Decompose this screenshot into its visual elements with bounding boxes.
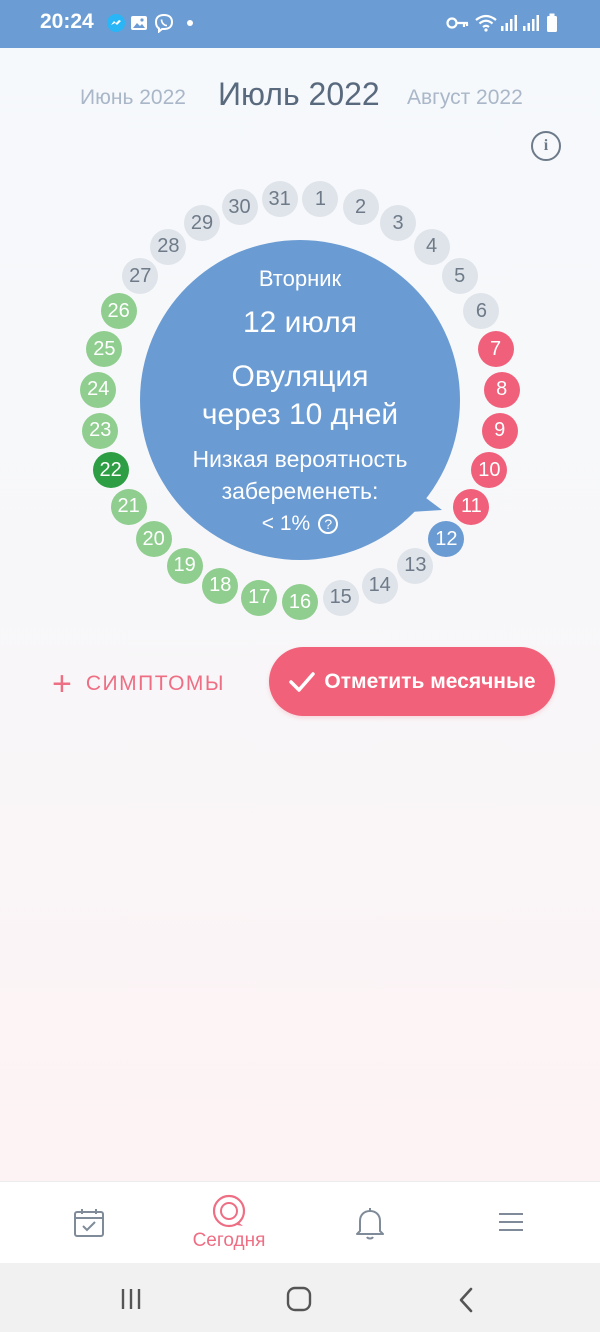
weekday-label: Вторник: [258, 266, 342, 291]
plus-icon: +: [52, 665, 72, 703]
info-icon[interactable]: i: [531, 131, 561, 161]
day-31[interactable]: 31: [261, 181, 298, 217]
probability-label-2: забеременеть:: [221, 478, 379, 504]
help-icon[interactable]: ?: [318, 514, 339, 534]
day-23[interactable]: 23: [82, 412, 119, 449]
messenger-icon: [106, 12, 126, 34]
day-14[interactable]: 14: [361, 567, 398, 604]
day-25[interactable]: 25: [86, 331, 123, 368]
nav-calendar[interactable]: [29, 1182, 149, 1264]
probability-value-row: < 1% ?: [140, 512, 460, 536]
day-16[interactable]: 16: [282, 584, 318, 620]
calendar-check-icon: [74, 1209, 104, 1237]
day-9[interactable]: 9: [481, 412, 518, 449]
day-10[interactable]: 10: [471, 452, 508, 489]
day-8[interactable]: 8: [483, 371, 520, 408]
day-2[interactable]: 2: [342, 189, 379, 226]
bell-icon: [356, 1208, 384, 1240]
viber-icon: [154, 12, 174, 34]
day-30[interactable]: 30: [221, 189, 258, 226]
target-circle-icon: [212, 1194, 246, 1228]
ovulation-countdown: через 10 дней: [201, 398, 399, 431]
ovulation-label: Овуляция: [231, 360, 369, 393]
month-navigation: Июнь 2022 Июль 2022 Август 2022: [0, 76, 600, 120]
nav-notifications[interactable]: [310, 1182, 430, 1264]
next-month-button[interactable]: Август 2022: [407, 86, 523, 110]
recent-apps-icon[interactable]: [119, 1287, 143, 1311]
key-icon: [446, 12, 470, 34]
day-24[interactable]: 24: [80, 371, 117, 408]
menu-icon: [499, 1213, 523, 1231]
system-navigation-bar: [0, 1263, 600, 1332]
day-18[interactable]: 18: [202, 567, 239, 604]
gallery-icon: [130, 12, 148, 34]
day-7[interactable]: 7: [477, 331, 514, 368]
signal-icon: [500, 12, 518, 34]
date-label: 12 июля: [242, 306, 358, 339]
probability-value: < 1%: [261, 512, 311, 535]
day-3[interactable]: 3: [380, 205, 416, 242]
help-icon-glyph: ?: [324, 516, 333, 532]
probability-label: Низкая вероятность: [192, 446, 408, 472]
home-icon[interactable]: [286, 1286, 312, 1312]
battery-icon: [546, 12, 558, 34]
symptoms-label: СИМПТОМЫ: [85, 672, 226, 695]
current-month-title: Июль 2022: [218, 76, 380, 112]
notification-dot-icon: [186, 12, 194, 34]
day-29[interactable]: 29: [184, 205, 220, 242]
nav-today-label: Сегодня: [192, 1230, 266, 1251]
day-15[interactable]: 15: [322, 579, 359, 616]
day-info-bubble: Вторник 12 июля Овуляция через 10 дней Н…: [140, 240, 460, 560]
back-icon[interactable]: [456, 1287, 476, 1313]
prev-month-button[interactable]: Июнь 2022: [80, 86, 186, 110]
mark-period-label: Отметить месячные: [324, 669, 536, 693]
nav-today[interactable]: Сегодня: [169, 1182, 289, 1264]
signal-icon: [522, 12, 540, 34]
bottom-navigation: Сегодня: [0, 1181, 600, 1264]
day-1[interactable]: 1: [302, 181, 339, 217]
add-symptoms-button[interactable]: + СИМПТОМЫ: [52, 664, 225, 704]
status-bar: 20:24: [0, 0, 600, 48]
day-17[interactable]: 17: [241, 579, 278, 616]
mark-period-button[interactable]: Отметить месячные: [269, 647, 555, 716]
nav-menu[interactable]: [450, 1182, 570, 1264]
day-6[interactable]: 6: [463, 293, 500, 329]
day-26[interactable]: 26: [100, 293, 137, 329]
wifi-icon: [474, 12, 498, 34]
status-time: 20:24: [40, 10, 94, 33]
info-icon-glyph: i: [543, 137, 549, 154]
checkmark-icon: [289, 671, 316, 692]
day-22[interactable]: 22: [92, 452, 129, 489]
